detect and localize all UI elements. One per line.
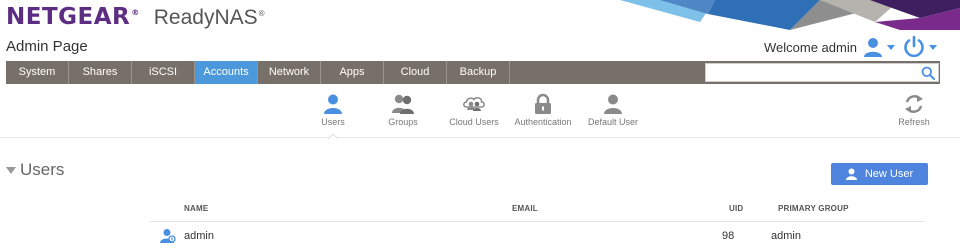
user-icon [845, 168, 857, 180]
tab-system[interactable]: System [6, 61, 69, 84]
brand: NETGEAR® ReadyNAS® [6, 4, 265, 32]
tab-network[interactable]: Network [258, 61, 321, 84]
chevron-down-icon [929, 44, 937, 50]
column-header-name[interactable]: NAME [184, 204, 208, 213]
chevron-down-icon [887, 44, 895, 50]
decorative-banner [620, 0, 960, 30]
netgear-logo: NETGEAR® [6, 4, 140, 30]
refresh-label: Refresh [898, 117, 930, 127]
refresh-button[interactable]: Refresh [894, 93, 934, 133]
users-table: NAME EMAIL UID PRIMARY GROUP admin 98 ad… [150, 198, 925, 249]
tab-apps[interactable]: Apps [321, 61, 384, 84]
cell-uid: 98 [722, 230, 735, 242]
user-menu[interactable] [862, 35, 898, 59]
cloud-users-icon [463, 97, 485, 111]
admin-user-icon [160, 229, 176, 243]
user-icon [324, 94, 342, 114]
welcome-text: Welcome admin [764, 40, 857, 55]
subnav-default-user-label: Default User [587, 117, 639, 127]
column-header-email[interactable]: EMAIL [512, 204, 538, 213]
column-header-primary-group[interactable]: PRIMARY GROUP [778, 204, 849, 213]
subnav-users[interactable]: Users [313, 93, 353, 133]
user-icon [864, 38, 882, 57]
refresh-icon [905, 95, 923, 113]
cell-name: admin [184, 230, 214, 242]
collapse-triangle-icon [6, 166, 16, 174]
subnav-groups[interactable]: Groups [382, 93, 424, 133]
column-header-uid[interactable]: UID [729, 204, 743, 213]
subnav-authentication[interactable]: Authentication [511, 93, 575, 133]
default-user-icon [604, 94, 622, 114]
section-title: Users [20, 160, 65, 179]
product-name: ReadyNAS® [153, 6, 265, 29]
page-title: Admin Page [6, 38, 88, 55]
magnifier-icon [921, 66, 935, 80]
accounts-subnav: Users Groups Cloud Users Authentication [0, 88, 960, 138]
subnav-authentication-label: Authentication [514, 117, 572, 127]
subnav-users-label: Users [321, 117, 345, 127]
subnav-cloud-users[interactable]: Cloud Users [448, 93, 500, 133]
new-user-button[interactable]: New User [831, 163, 928, 185]
subnav-groups-label: Groups [388, 117, 418, 127]
search-button[interactable] [919, 64, 937, 81]
header: NETGEAR® ReadyNAS® Admin Page Welcome ad… [0, 0, 960, 60]
new-user-label: New User [864, 168, 914, 180]
active-tab-pointer [328, 133, 338, 139]
power-menu[interactable] [902, 34, 942, 60]
tab-accounts[interactable]: Accounts [195, 61, 258, 84]
table-row[interactable]: admin 98 admin [150, 222, 925, 249]
main-nav: System Shares iSCSI Accounts Network App… [6, 61, 940, 84]
search-input[interactable] [706, 64, 918, 81]
tab-shares[interactable]: Shares [69, 61, 132, 84]
tab-backup[interactable]: Backup [447, 61, 510, 84]
subnav-default-user[interactable]: Default User [584, 93, 642, 133]
power-icon [904, 35, 924, 58]
subnav-cloud-users-label: Cloud Users [449, 117, 499, 127]
group-icon [392, 94, 414, 114]
search-box [705, 63, 939, 82]
cell-primary-group: admin [771, 230, 801, 242]
tab-iscsi[interactable]: iSCSI [132, 61, 195, 84]
table-header: NAME EMAIL UID PRIMARY GROUP [150, 198, 925, 222]
users-section-toggle[interactable]: Users [6, 160, 64, 180]
tab-cloud[interactable]: Cloud [384, 61, 447, 84]
lock-icon [535, 93, 551, 114]
